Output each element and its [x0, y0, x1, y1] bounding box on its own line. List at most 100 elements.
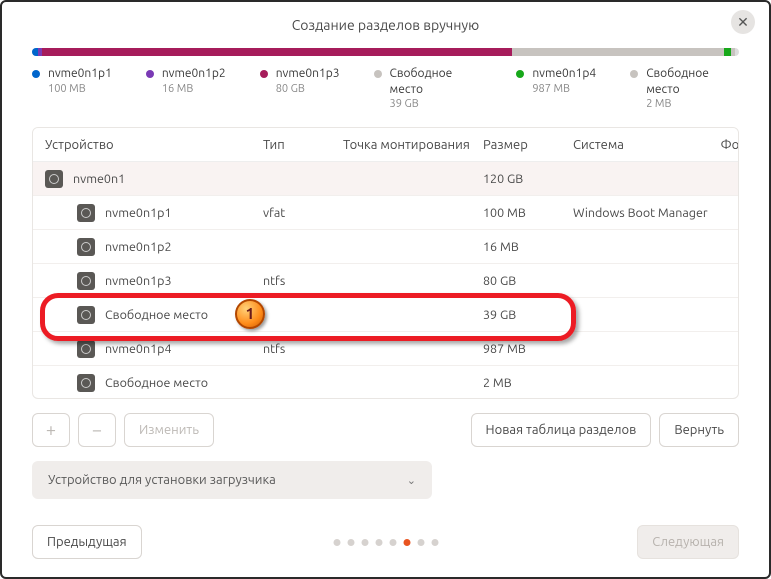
row-size: 2 MB: [483, 376, 573, 390]
pager-dot[interactable]: [389, 539, 396, 546]
legend-size: 80 GB: [276, 82, 340, 96]
legend-size: 39 GB: [390, 97, 483, 111]
left-action-group: + − Изменить: [32, 413, 214, 447]
legend-dot-icon: [146, 70, 154, 78]
legend-dot-icon: [32, 70, 40, 78]
legend-dot-icon: [260, 70, 268, 78]
row-system: Windows Boot Manager: [573, 206, 723, 220]
disk-icon: [77, 272, 95, 290]
legend-dot-icon: [374, 70, 382, 78]
table-header: Устройство Тип Точка монтирования Размер…: [33, 128, 738, 162]
chevron-down-icon: ⌄: [407, 474, 416, 487]
bootloader-device-dropdown[interactable]: Устройство для установки загрузчика ⌄: [32, 461, 432, 499]
callout-number: 1: [245, 305, 254, 323]
legend-name: nvme0n1p4: [532, 66, 596, 82]
legend-name: Свободное место: [390, 66, 483, 97]
legend-item: nvme0n1p216 MB: [146, 66, 226, 111]
pager-dot[interactable]: [375, 539, 382, 546]
prev-button[interactable]: Предыдущая: [32, 525, 142, 559]
legend-item: nvme0n1p1100 MB: [32, 66, 112, 111]
table-row[interactable]: nvme0n1p3 ntfs 80 GB: [33, 264, 738, 298]
revert-button[interactable]: Вернуть: [659, 413, 739, 447]
legend-name: nvme0n1p3: [276, 66, 340, 82]
row-device-name: nvme0n1p1: [105, 206, 172, 220]
table-body: nvme0n1 120 GB nvme0n1p1 vfat 100 MBWindows …: [33, 162, 738, 398]
legend-item: Свободное место39 GB: [374, 66, 483, 111]
legend-item: Свободное место2 MB: [630, 66, 739, 111]
row-type: vfat: [263, 206, 343, 220]
pager-dot[interactable]: [403, 539, 410, 546]
new-partition-table-button[interactable]: Новая таблица разделов: [471, 413, 652, 447]
legend-item: nvme0n1p4987 MB: [516, 66, 596, 111]
disk-legend: nvme0n1p1100 MB nvme0n1p216 MB nvme0n1p380…: [32, 66, 739, 111]
col-device: Устройство: [33, 138, 263, 152]
table-row[interactable]: nvme0n1p4 ntfs 987 MB: [33, 332, 738, 366]
col-system: Система: [573, 138, 723, 152]
footer: Предыдущая Следующая: [2, 511, 769, 577]
bootloader-label: Устройство для установки загрузчика: [48, 473, 276, 487]
page-title: Создание разделов вручную: [292, 17, 480, 33]
row-device-name: Свободное место: [105, 308, 208, 322]
legend-name: nvme0n1p2: [162, 66, 226, 82]
disk-icon: [45, 170, 63, 188]
partition-table: Устройство Тип Точка монтирования Размер…: [32, 127, 739, 399]
step-pager: [333, 539, 438, 546]
table-row[interactable]: nvme0n1 120 GB: [33, 162, 738, 196]
pager-dot[interactable]: [333, 539, 340, 546]
col-mount: Точка монтирования: [343, 138, 483, 152]
row-device-name: Свободное место: [105, 376, 208, 390]
header: Создание разделов вручную ✕: [2, 2, 769, 48]
edit-partition-button[interactable]: Изменить: [124, 413, 214, 447]
col-format: Форма: [720, 138, 739, 152]
callout-badge: 1: [235, 299, 265, 329]
close-button[interactable]: ✕: [731, 10, 755, 34]
legend-dot-icon: [516, 70, 524, 78]
add-partition-button[interactable]: +: [32, 413, 70, 447]
disk-usage-bar: [32, 48, 739, 56]
row-device-name: nvme0n1p3: [105, 274, 172, 288]
disk-icon: [77, 238, 95, 256]
usage-segment: [512, 48, 724, 56]
row-size: 120 GB: [483, 172, 573, 186]
legend-dot-icon: [630, 70, 638, 78]
row-size: 39 GB: [483, 308, 573, 322]
legend-size: 100 MB: [48, 82, 112, 96]
legend-size: 2 MB: [646, 97, 739, 111]
row-size: 16 MB: [483, 240, 573, 254]
col-type: Тип: [263, 138, 343, 152]
disk-icon: [77, 204, 95, 222]
row-size: 987 MB: [483, 342, 573, 356]
disk-icon: [77, 374, 95, 392]
actions-row: + − Изменить Новая таблица разделов Верн…: [32, 413, 739, 447]
disk-icon: [77, 340, 95, 358]
right-action-group: Новая таблица разделов Вернуть: [471, 413, 739, 447]
legend-size: 987 MB: [532, 82, 596, 96]
pager-dot[interactable]: [347, 539, 354, 546]
table-row[interactable]: nvme0n1p1 vfat 100 MBWindows Boot Manager: [33, 196, 738, 230]
row-size: 80 GB: [483, 274, 573, 288]
table-row[interactable]: Свободное место 2 MB: [33, 366, 738, 398]
row-device-name: nvme0n1p4: [105, 342, 172, 356]
row-type: ntfs: [263, 342, 343, 356]
legend-name: Свободное место: [646, 66, 739, 97]
pager-dot[interactable]: [361, 539, 368, 546]
legend-name: nvme0n1p1: [48, 66, 112, 82]
pager-dot[interactable]: [417, 539, 424, 546]
row-type: ntfs: [263, 274, 343, 288]
remove-partition-button[interactable]: −: [78, 413, 116, 447]
pager-dot[interactable]: [431, 539, 438, 546]
table-row[interactable]: Свободное место 39 GB: [33, 298, 738, 332]
table-row[interactable]: nvme0n1p2 16 MB: [33, 230, 738, 264]
usage-segment: [731, 48, 735, 56]
row-device-name: nvme0n1p2: [105, 240, 172, 254]
usage-segment: [724, 48, 731, 56]
usage-bar-section: nvme0n1p1100 MB nvme0n1p216 MB nvme0n1p380…: [2, 48, 769, 111]
col-size: Размер: [483, 138, 573, 152]
row-device-name: nvme0n1: [73, 172, 125, 186]
legend-item: nvme0n1p380 GB: [260, 66, 340, 111]
close-icon: ✕: [737, 14, 749, 31]
legend-size: 16 MB: [162, 82, 226, 96]
disk-icon: [77, 306, 95, 324]
row-size: 100 MB: [483, 206, 573, 220]
next-button[interactable]: Следующая: [637, 525, 739, 559]
